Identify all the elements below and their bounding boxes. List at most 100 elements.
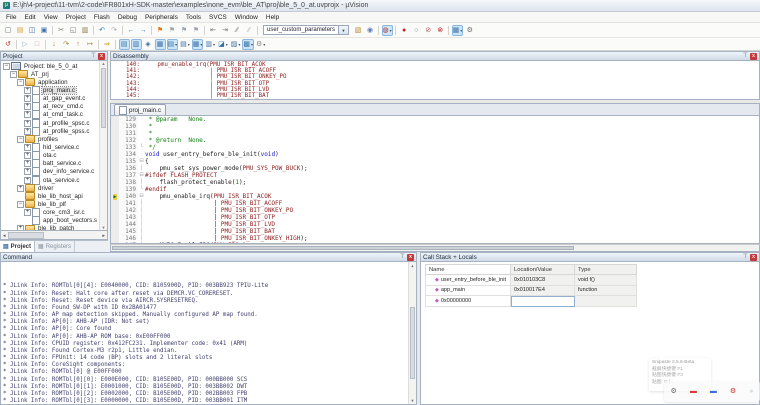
command-header[interactable]: Command ⊤ x <box>0 252 417 262</box>
project-panel-header[interactable]: Project ⊤ x <box>0 51 108 61</box>
navigate-back-button[interactable]: ← <box>126 25 137 36</box>
command-window-button[interactable]: ▤ <box>119 39 130 50</box>
tree-item-at-profile-spss-c[interactable]: +at_profile_spss.c <box>1 127 107 135</box>
tree-item-dev-info-service-c[interactable]: +dev_info_service.c <box>1 168 107 176</box>
editor-gutter[interactable] <box>111 137 119 144</box>
run-to-cursor-button[interactable]: ↦ <box>85 39 96 50</box>
editor-gutter[interactable] <box>111 228 119 235</box>
show-next-statement-button[interactable]: ⇒ <box>102 39 113 50</box>
menu-peripherals[interactable]: Peripherals <box>141 14 182 21</box>
expand-toggle[interactable]: + <box>24 128 31 135</box>
pin-icon[interactable]: ⊤ <box>91 53 96 59</box>
fold-marker[interactable]: │ <box>138 228 145 235</box>
new-file-button[interactable]: ▢ <box>3 25 14 36</box>
expand-toggle[interactable]: + <box>24 120 31 127</box>
window-layout-button[interactable]: ▦▾ <box>452 25 464 36</box>
expand-toggle[interactable]: + <box>24 209 31 216</box>
close-icon[interactable]: x <box>750 254 757 261</box>
editor-gutter[interactable]: ▶ <box>111 193 119 200</box>
editor-horizontal-scrollbar[interactable] <box>110 244 760 252</box>
tab-registers[interactable]: ▦ Registers <box>35 241 75 252</box>
tree-item-at-profile-spsc-c[interactable]: +at_profile_spsc.c <box>1 119 107 127</box>
tab-proj-main-c[interactable]: proj_main.c <box>114 104 166 115</box>
project-tree-horizontal-scrollbar[interactable]: ◄ ► <box>0 231 108 240</box>
expand-toggle[interactable]: + <box>17 185 24 192</box>
command-vertical-scrollbar[interactable]: ▲ ▼ <box>408 262 416 404</box>
tree-item-application[interactable]: −application <box>1 78 107 86</box>
reset-cpu-button[interactable]: ↺ <box>3 39 14 50</box>
stack-frame-row[interactable]: ◆user_entry_before_ble_init0x010103C8voi… <box>425 275 637 286</box>
scroll-right-arrow-icon[interactable]: ► <box>102 233 106 238</box>
save-all-button[interactable]: ▣ <box>39 25 50 36</box>
fold-marker[interactable]: ⊟ <box>138 193 145 200</box>
tree-item-core-cm3-isr-c[interactable]: +core_cm3_isr.c <box>1 209 107 217</box>
scrollbar-thumb[interactable] <box>8 232 44 239</box>
bookmark-clear-all-button[interactable]: ⚑ <box>191 25 202 36</box>
menu-tools[interactable]: Tools <box>182 14 205 21</box>
tray-circle-icon[interactable]: ● <box>749 388 753 395</box>
bookmark-next-button[interactable]: ⚑ <box>179 25 190 36</box>
copy-button[interactable]: ◱ <box>68 25 79 36</box>
find-in-files-button[interactable]: ▧ <box>353 25 364 36</box>
stop-button[interactable]: □ <box>32 39 43 50</box>
undo-button[interactable]: ↶ <box>97 25 108 36</box>
menu-edit[interactable]: Edit <box>20 14 39 21</box>
disassembly-window[interactable]: 140: pmu_enable_irq(PMU_ISR_BIT_ACOK 141… <box>110 61 760 100</box>
project-tree[interactable]: ▲ ▼ −Project: ble_5_0_at−AT_prj−applicat… <box>0 61 108 231</box>
close-icon[interactable]: x <box>407 254 414 261</box>
indent-button[interactable]: ⇥ <box>220 25 231 36</box>
fold-marker[interactable]: └ <box>138 186 145 193</box>
breakpoint-toggle-button[interactable]: ● <box>399 25 410 36</box>
system-viewer-button[interactable]: ▩▾ <box>242 39 254 50</box>
expand-toggle[interactable]: + <box>24 177 31 184</box>
open-file-button[interactable]: ▤ <box>15 25 26 36</box>
tree-item-at-recv-cmd-c[interactable]: +at_recv_cmd.c <box>1 103 107 111</box>
watch-window-button[interactable]: ▤▾ <box>179 39 191 50</box>
tree-item-project-ble-5-0-at[interactable]: −Project: ble_5_0_at <box>1 62 107 70</box>
project-tree-vertical-scrollbar[interactable]: ▲ ▼ <box>99 61 107 230</box>
serial-window-button[interactable]: ▥▾ <box>204 39 216 50</box>
call-stack-window-button[interactable]: ▤▾ <box>167 39 179 50</box>
tray-gear-icon[interactable]: ⚙ <box>671 388 677 395</box>
code-editor[interactable]: 129 * @param None.130 *131 *132 * @retur… <box>110 115 760 244</box>
tree-item-ota-c[interactable]: +ota.c <box>1 152 107 160</box>
fold-marker[interactable]: │ <box>138 165 145 172</box>
toolbox-button[interactable]: ⚙▾ <box>255 39 266 50</box>
tray-red-gear-icon[interactable]: ⚙ <box>730 388 736 395</box>
uncomment-selection-button[interactable]: ∕∕ <box>244 25 255 36</box>
expand-toggle[interactable]: + <box>24 111 31 118</box>
editor-gutter[interactable] <box>111 123 119 130</box>
fold-marker[interactable]: └ <box>138 144 145 151</box>
pin-icon[interactable]: ⊤ <box>400 254 405 260</box>
pin-icon[interactable]: ⊤ <box>743 254 748 260</box>
paste-button[interactable]: ▥ <box>80 25 91 36</box>
stack-frame-row[interactable]: ◆0x00000000 <box>425 296 637 307</box>
command-window[interactable]: * JLink Info: ROMTbl[0][4]: E0040000, CI… <box>0 262 417 405</box>
stack-frame-row[interactable]: ◆app_main0x010017E4function <box>425 286 637 297</box>
comment-selection-button[interactable]: ∕∕ <box>232 25 243 36</box>
fold-marker[interactable]: │ <box>138 235 145 242</box>
fold-marker[interactable]: │ <box>138 207 145 214</box>
close-icon[interactable]: x <box>750 53 757 60</box>
editor-gutter[interactable] <box>111 214 119 221</box>
editor-gutter[interactable] <box>111 221 119 228</box>
expand-toggle[interactable]: + <box>24 87 31 94</box>
expand-toggle[interactable]: + <box>24 168 31 175</box>
unindent-button[interactable]: ⇤ <box>208 25 219 36</box>
close-icon[interactable]: x <box>98 53 105 60</box>
editor-gutter[interactable] <box>111 186 119 193</box>
tree-item-ble-lib-plf[interactable]: −ble_lib_plf <box>1 200 107 208</box>
expand-toggle[interactable]: − <box>17 201 24 208</box>
fold-marker[interactable]: │ <box>138 200 145 207</box>
expand-toggle[interactable]: + <box>24 144 31 151</box>
bookmark-toggle-button[interactable]: ⚑ <box>155 25 166 36</box>
user-custom-parameters-combo[interactable]: user_custom_parameters ▼ <box>263 25 349 35</box>
registers-window-button[interactable]: ▦ <box>155 39 166 50</box>
disassembly-window-button[interactable]: ▥ <box>131 39 142 50</box>
expand-toggle[interactable]: + <box>24 152 31 159</box>
editor-gutter[interactable] <box>111 207 119 214</box>
menu-svcs[interactable]: SVCS <box>205 14 231 21</box>
tree-item-driver[interactable]: +driver <box>1 184 107 192</box>
scrollbar-thumb[interactable] <box>101 68 106 128</box>
save-button[interactable]: ◫ <box>27 25 38 36</box>
